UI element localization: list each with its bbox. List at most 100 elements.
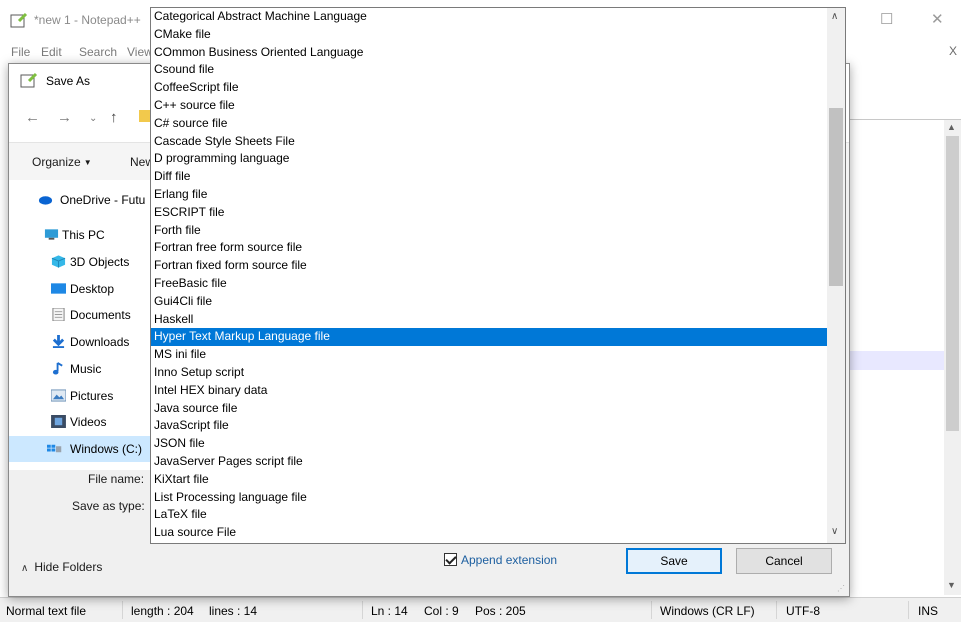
close-icon[interactable]: ✕ (931, 10, 944, 28)
pictures-icon (51, 389, 66, 402)
file-type-option[interactable]: LaTeX file (151, 506, 827, 524)
dialog-title: Save As (46, 74, 91, 88)
file-type-dropdown-list[interactable]: Categorical Abstract Machine Language CMa… (150, 7, 846, 544)
status-col: Col : 9 (424, 604, 459, 618)
tree-item-desktop[interactable]: Desktop (9, 276, 159, 302)
menu-search[interactable]: Search (79, 45, 117, 59)
editor-scroll-thumb[interactable] (946, 136, 959, 431)
file-type-option[interactable]: CoffeeScript file (151, 79, 827, 97)
status-ln: Ln : 14 (371, 604, 408, 618)
tree-item-music[interactable]: Music (9, 356, 159, 382)
file-type-option[interactable]: D programming language (151, 150, 827, 168)
file-type-option[interactable]: C# source file (151, 115, 827, 133)
file-type-option[interactable]: Cascade Style Sheets File (151, 133, 827, 151)
tree-item-label: Pictures (70, 389, 114, 403)
file-type-option[interactable]: FreeBasic file (151, 275, 827, 293)
file-type-option[interactable]: CMake file (151, 26, 827, 44)
tree-item-label: Windows (C:) (70, 442, 143, 456)
scroll-up-arrow-icon[interactable]: ▲ (947, 122, 956, 132)
tree-item-onedrive[interactable]: OneDrive - Futu (9, 186, 159, 212)
file-type-option[interactable]: Erlang file (151, 186, 827, 204)
tree-item-windows-c[interactable]: Windows (C:) (9, 436, 159, 462)
chevron-up-icon: ∧ (21, 563, 29, 574)
file-type-option[interactable]: ESCRIPT file (151, 204, 827, 222)
navigation-tree: OneDrive - Futu This PC 3D Objects Deskt… (9, 180, 159, 470)
file-type-option[interactable]: JavaScript file (151, 417, 827, 435)
tree-item-pictures[interactable]: Pictures (9, 383, 159, 409)
new-folder-button[interactable]: New folder (130, 155, 150, 169)
file-type-option[interactable]: Inno Setup script (151, 364, 827, 382)
tree-item-this-pc[interactable]: This PC (9, 222, 159, 248)
save-button[interactable]: Save (626, 548, 722, 574)
scroll-down-chevron-icon[interactable]: ∨ (831, 526, 838, 537)
cancel-button[interactable]: Cancel (736, 548, 832, 574)
hide-folders-button[interactable]: ∧ Hide Folders (21, 560, 102, 574)
file-type-option[interactable]: Java source file (151, 400, 827, 418)
file-type-option[interactable]: JavaServer Pages script file (151, 453, 827, 471)
save-as-icon (20, 72, 38, 88)
tree-item-label: OneDrive - Futu (60, 193, 146, 207)
file-type-option[interactable]: Haskell (151, 311, 827, 329)
file-type-option[interactable]: Categorical Abstract Machine Language (151, 8, 827, 26)
tree-item-documents[interactable]: Documents (9, 302, 159, 328)
forward-arrow-icon[interactable]: → (57, 109, 72, 126)
status-mode: INS (918, 604, 939, 618)
menu-edit[interactable]: Edit (41, 45, 62, 59)
dropdown-scrollbar[interactable]: ∧ ∨ (827, 8, 845, 543)
file-type-option[interactable]: JSON file (151, 435, 827, 453)
document-icon (52, 308, 65, 321)
save-as-type-label: Save as type: (72, 499, 145, 513)
file-type-option[interactable]: Fortran fixed form source file (151, 257, 827, 275)
file-type-option[interactable]: Gui4Cli file (151, 293, 827, 311)
cloud-icon (38, 196, 53, 205)
organize-button[interactable]: Organize ▼ (32, 155, 92, 169)
tree-item-videos[interactable]: Videos (9, 409, 159, 435)
cube-icon (51, 255, 66, 268)
scroll-down-arrow-icon[interactable]: ▼ (947, 580, 956, 590)
file-type-option[interactable]: Diff file (151, 168, 827, 186)
tree-item-downloads[interactable]: Downloads (9, 329, 159, 355)
drive-icon (47, 444, 62, 453)
append-extension-checkbox[interactable]: Append extension (444, 553, 557, 567)
menu-view[interactable]: View (127, 45, 153, 59)
back-arrow-icon[interactable]: ← (25, 109, 40, 126)
status-lines: lines : 14 (209, 604, 258, 618)
file-type-option[interactable]: Hyper Text Markup Language file (151, 328, 827, 347)
current-line-highlight (848, 351, 944, 370)
notepad-tab-strip (848, 96, 961, 120)
desktop-icon (51, 283, 66, 294)
file-type-options: Categorical Abstract Machine Language CMa… (151, 8, 827, 542)
file-type-option[interactable]: Fortran free form source file (151, 239, 827, 257)
status-pos: Pos : 205 (475, 604, 526, 618)
file-type-option[interactable]: COmmon Business Oriented Language (151, 44, 827, 62)
status-file-type: Normal text file (6, 604, 87, 618)
hide-folders-label: Hide Folders (34, 560, 103, 574)
computer-icon (44, 229, 59, 240)
tree-item-label: Music (70, 362, 102, 376)
organize-label: Organize (32, 155, 81, 169)
maximize-icon[interactable]: ☐ (880, 10, 893, 28)
up-arrow-icon[interactable]: ↑ (110, 109, 118, 126)
file-type-option[interactable]: List Processing language file (151, 489, 827, 507)
video-icon (51, 415, 66, 428)
recent-locations-chevron-icon[interactable]: ⌄ (89, 113, 97, 124)
notepad-app-icon (10, 12, 28, 28)
checkbox-checked-icon[interactable] (444, 553, 457, 566)
file-type-option[interactable]: Lua source File (151, 524, 827, 542)
menu-file[interactable]: File (11, 45, 30, 59)
close-document-icon[interactable]: X (949, 44, 957, 58)
scroll-up-chevron-icon[interactable]: ∧ (831, 11, 838, 22)
file-type-option[interactable]: KiXtart file (151, 471, 827, 489)
tree-item-3d-objects[interactable]: 3D Objects (9, 249, 159, 275)
editor-vertical-scrollbar[interactable]: ▲ ▼ (944, 120, 961, 595)
tree-item-label: Downloads (70, 335, 130, 349)
file-type-option[interactable]: C++ source file (151, 97, 827, 115)
resize-grip-icon[interactable]: ⋰ (837, 584, 847, 594)
file-type-option[interactable]: Forth file (151, 222, 827, 240)
append-extension-label: Append extension (461, 553, 558, 567)
file-name-label: File name: (88, 472, 145, 486)
file-type-option[interactable]: Csound file (151, 61, 827, 79)
file-type-option[interactable]: MS ini file (151, 346, 827, 364)
dropdown-scroll-thumb[interactable] (829, 108, 843, 286)
file-type-option[interactable]: Intel HEX binary data (151, 382, 827, 400)
